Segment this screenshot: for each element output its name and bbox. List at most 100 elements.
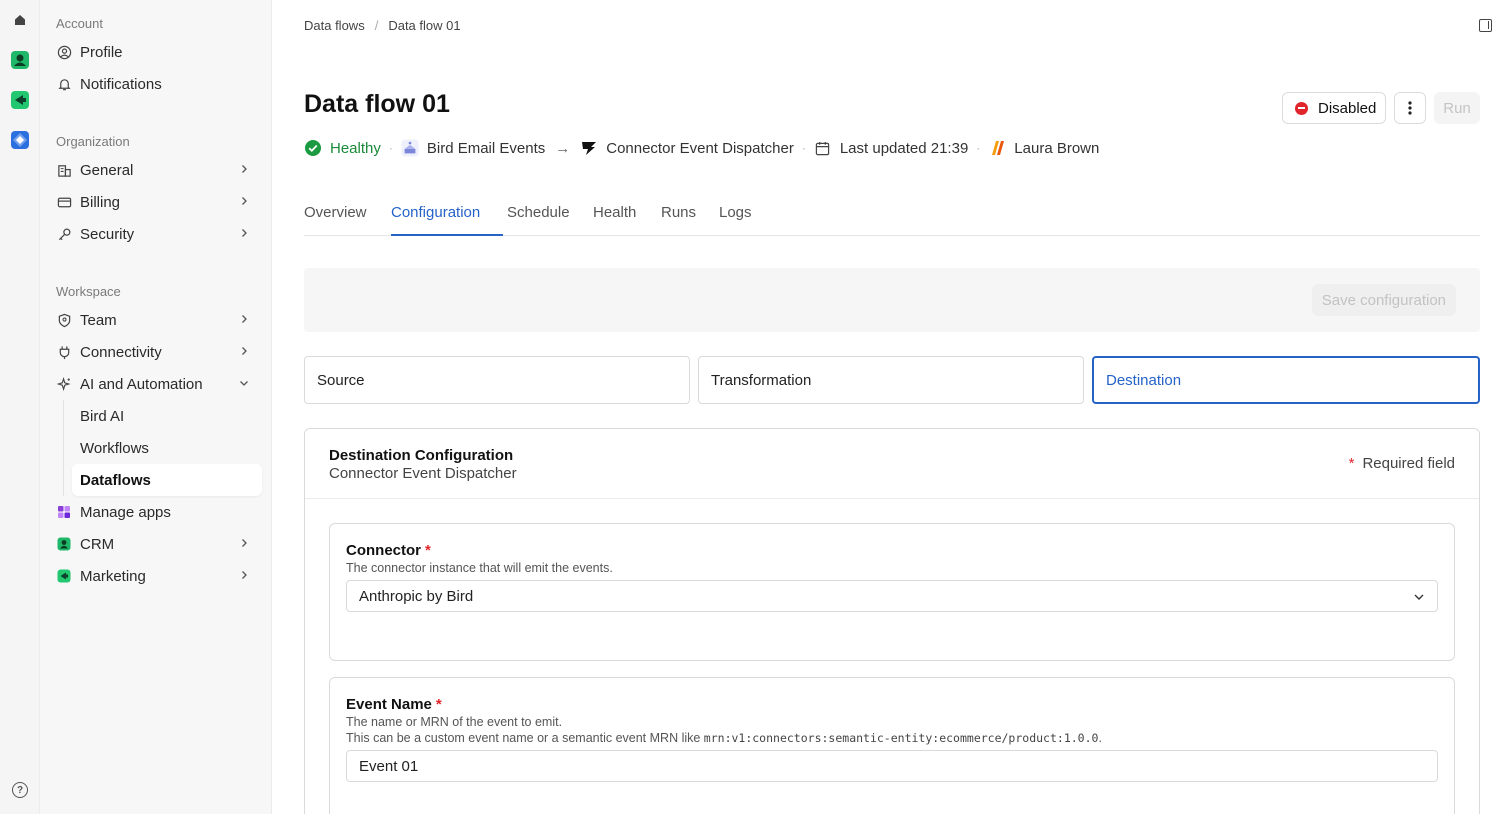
meta-separator: · [388,141,393,155]
breadcrumb-current: Data flow 01 [388,18,461,33]
section-label-organization: Organization [56,134,130,149]
user-avatar-icon [988,139,1006,157]
crm-icon [56,536,72,552]
source-name[interactable]: Bird Email Events [427,140,545,157]
user-circle-icon [56,44,72,60]
sidebar-item-workflows[interactable]: Workflows [72,433,262,463]
step-destination[interactable]: Destination [1092,356,1480,404]
tab-health[interactable]: Health [593,204,636,236]
sidebar-item-label: Team [80,311,117,329]
chevron-right-icon [242,315,247,323]
sidebar-item-label: Security [80,225,135,243]
dataflow-tabs: Overview Configuration Schedule Health R… [304,204,1480,236]
sidebar-item-label: General [80,161,134,179]
sidebar-item-label: Bird AI [80,407,125,425]
page-title: Data flow 01 [304,90,450,118]
sidebar-item-notifications[interactable]: Notifications [48,69,264,99]
sidebar-item-ai-automation[interactable]: AI and Automation [48,369,264,399]
disabled-status-icon [1295,101,1308,115]
workspace-app-icon[interactable] [8,128,32,152]
chevron-down-icon [240,381,248,386]
connector-field: Connector * The connector instance that w… [329,523,1455,661]
sidebar-item-connectivity[interactable]: Connectivity [48,337,264,367]
bell-icon [56,76,72,92]
last-updated: Last updated 21:39 [839,139,969,157]
help-icon[interactable]: ? [12,782,28,798]
event-name-value: Event 01 [359,757,419,775]
step-transformation[interactable]: Transformation [698,356,1084,404]
destination-config-card: Destination Configuration Connector Even… [304,428,1480,814]
event-name-help: The name or MRN of the event to emit. [346,715,563,729]
health-status: Healthy [330,139,381,157]
event-name-field: Event Name * The name or MRN of the event… [329,677,1455,814]
sidebar-item-team[interactable]: Team [48,305,264,335]
sidebar-item-profile[interactable]: Profile [48,37,264,67]
status-toggle-button[interactable]: Disabled [1282,92,1386,124]
required-field-label: Required field [1362,455,1455,472]
sparkle-icon [56,376,72,392]
megaphone-icon [56,568,72,584]
email-events-icon [401,139,419,157]
chevron-right-icon [242,571,247,579]
building-icon [56,162,72,178]
step-source[interactable]: Source [304,356,690,404]
apps-grid-icon [56,504,72,520]
tab-configuration[interactable]: Configuration [391,204,503,236]
sidebar-item-security[interactable]: Security [48,219,264,249]
kebab-menu-icon [1408,101,1412,115]
breadcrumb: Data flows / Data flow 01 [304,18,461,33]
sidebar-item-general[interactable]: General [48,155,264,185]
destination-name[interactable]: Connector Event Dispatcher [606,140,794,157]
crm-app-icon[interactable] [8,48,32,72]
calendar-icon [814,139,832,157]
card-subtitle: Connector Event Dispatcher [329,465,517,482]
required-field-note: * Required field [1349,455,1455,472]
tab-runs[interactable]: Runs [661,204,696,236]
section-label-account: Account [56,16,103,31]
tab-overview[interactable]: Overview [304,204,367,236]
chevron-right-icon [242,229,247,237]
sidebar-item-marketing[interactable]: Marketing [48,561,264,591]
run-button[interactable]: Run [1434,92,1480,124]
sidebar-item-bird-ai[interactable]: Bird AI [72,401,262,431]
sidebar-item-label: Notifications [80,75,162,93]
event-name-label: Event Name * [346,696,442,713]
owner-name[interactable]: Laura Brown [1014,140,1099,157]
sidebar-item-label: Connectivity [80,343,162,361]
plug-icon [56,344,72,360]
connector-label: Connector * [346,542,431,559]
event-name-input[interactable]: Event 01 [346,750,1438,782]
save-configuration-button[interactable]: Save configuration [1311,284,1456,316]
event-name-help-mrn: This can be a custom event name or a sem… [346,731,1102,745]
sidebar-item-crm[interactable]: CRM [48,529,264,559]
card-header: Destination Configuration Connector Even… [305,429,1479,499]
mrn-example: mrn:v1:connectors:semantic-entity:ecomme… [703,731,1099,745]
breadcrumb-separator: / [374,18,379,33]
submenu-guide-line [63,400,64,496]
shield-icon [56,312,72,328]
app-rail: ? [0,0,40,814]
sidebar-item-manage-apps[interactable]: Manage apps [48,497,264,527]
more-options-button[interactable] [1394,92,1426,124]
tab-schedule[interactable]: Schedule [507,204,570,236]
panel-toggle-icon[interactable] [1479,19,1492,32]
sidebar-item-label: Billing [80,193,121,211]
sidebar-item-billing[interactable]: Billing [48,187,264,217]
sidebar-item-label: CRM [80,535,115,553]
dispatcher-icon [580,139,598,157]
chevron-right-icon [242,197,247,205]
breadcrumb-data-flows[interactable]: Data flows [304,18,365,33]
sidebar-item-dataflows[interactable]: Dataflows [72,464,262,496]
section-label-workspace: Workspace [56,284,121,299]
chevron-down-icon [1414,594,1424,600]
home-icon[interactable] [8,8,32,32]
dataflow-meta: Healthy · Bird Email Events → Connector … [304,137,1099,159]
marketing-app-icon[interactable] [8,88,32,112]
sidebar-item-label: Marketing [80,567,146,585]
connector-select[interactable]: Anthropic by Bird [346,580,1438,612]
tab-logs[interactable]: Logs [719,204,752,236]
connector-value: Anthropic by Bird [359,587,474,605]
check-circle-icon [304,139,322,157]
sidebar-item-label: AI and Automation [80,375,203,393]
connector-help: The connector instance that will emit th… [346,561,613,575]
